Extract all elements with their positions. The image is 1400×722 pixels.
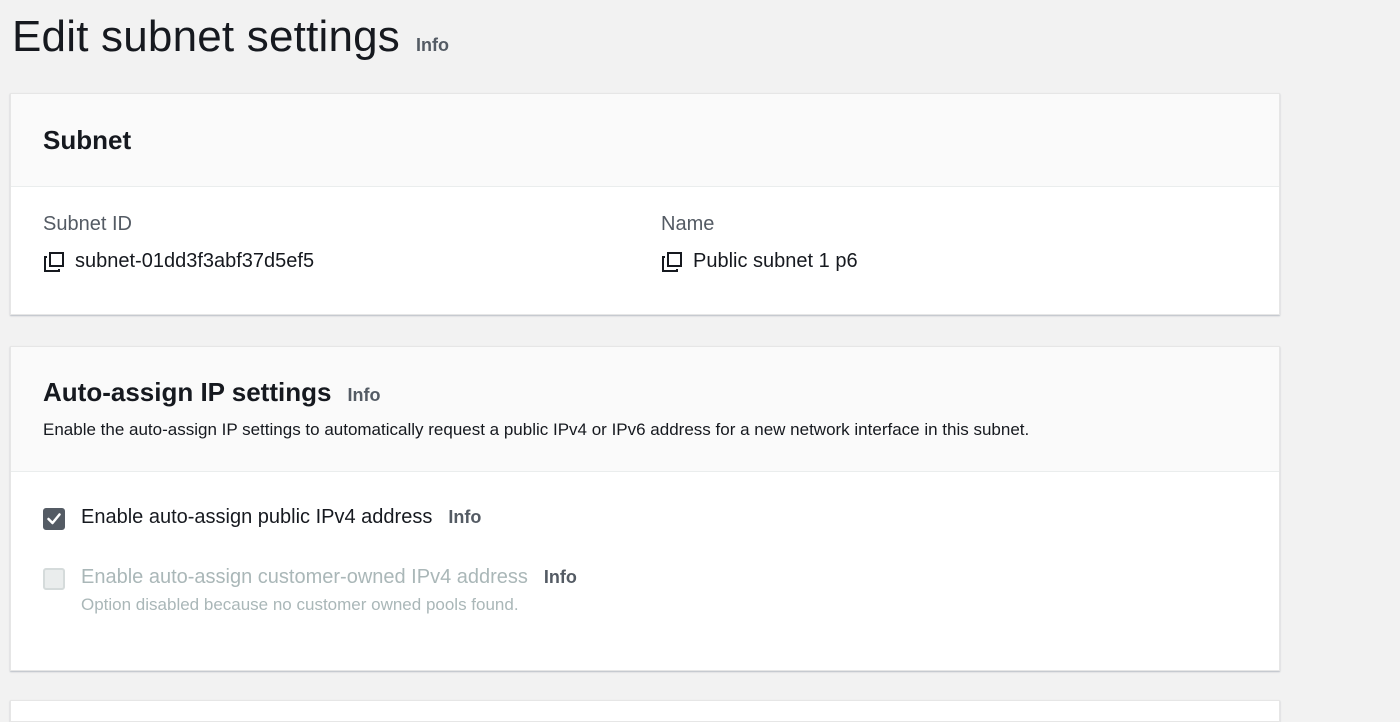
subnet-id-value: subnet-01dd3f3abf37d5ef5 bbox=[75, 250, 315, 272]
subnet-name-label: Name bbox=[661, 213, 715, 235]
next-panel bbox=[10, 700, 1280, 722]
subnet-name-field: Name Public subnet 1 p6 bbox=[661, 213, 858, 273]
customer-owned-info-link[interactable]: Info bbox=[544, 567, 577, 588]
ipv4-auto-assign-checkbox[interactable] bbox=[43, 508, 65, 530]
subnet-panel-title: Subnet bbox=[43, 124, 132, 155]
auto-assign-info-link[interactable]: Info bbox=[347, 385, 380, 406]
customer-owned-option-text: Enable auto-assign customer-owned IPv4 a… bbox=[81, 566, 577, 615]
auto-assign-panel: Auto-assign IP settings Info Enable the … bbox=[10, 346, 1280, 671]
subnet-details: Subnet ID subnet-01dd3f3abf37d5ef5 Name bbox=[11, 187, 1279, 313]
subnet-panel: Subnet Subnet ID subnet-01dd3f3abf37d5ef… bbox=[10, 93, 1280, 315]
subnet-panel-header: Subnet bbox=[11, 94, 1279, 187]
copy-icon[interactable] bbox=[661, 251, 683, 273]
ipv4-option-label-line: Enable auto-assign public IPv4 address I… bbox=[81, 506, 481, 529]
auto-assign-panel-title: Auto-assign IP settings bbox=[43, 377, 332, 407]
page-title: Edit subnet settings bbox=[12, 12, 401, 61]
auto-assign-panel-header: Auto-assign IP settings Info Enable the … bbox=[11, 347, 1279, 472]
auto-assign-description: Enable the auto-assign IP settings to au… bbox=[43, 420, 1030, 439]
customer-owned-option-label: Enable auto-assign customer-owned IPv4 a… bbox=[81, 566, 528, 588]
subnet-name-value: Public subnet 1 p6 bbox=[693, 250, 858, 272]
subnet-id-field: Subnet ID subnet-01dd3f3abf37d5ef5 bbox=[43, 213, 314, 273]
page-header: Edit subnet settings Info bbox=[12, 12, 449, 62]
subnet-id-label: Subnet ID bbox=[43, 213, 132, 235]
ipv4-option-row: Enable auto-assign public IPv4 address I… bbox=[43, 506, 1247, 530]
ipv4-info-link[interactable]: Info bbox=[448, 507, 481, 528]
page-info-link[interactable]: Info bbox=[416, 35, 449, 56]
ipv4-option-label[interactable]: Enable auto-assign public IPv4 address bbox=[81, 506, 432, 529]
auto-assign-options: Enable auto-assign public IPv4 address I… bbox=[11, 472, 1279, 615]
auto-assign-title-row: Auto-assign IP settings Info bbox=[43, 377, 1247, 408]
checkmark-icon bbox=[47, 513, 61, 525]
customer-owned-ipv4-checkbox bbox=[43, 568, 65, 590]
customer-owned-option-row: Enable auto-assign customer-owned IPv4 a… bbox=[43, 566, 1247, 615]
customer-owned-disabled-note: Option disabled because no customer owne… bbox=[81, 595, 519, 614]
subnet-id-value-row: subnet-01dd3f3abf37d5ef5 bbox=[43, 250, 314, 273]
customer-owned-option-label-line: Enable auto-assign customer-owned IPv4 a… bbox=[81, 566, 577, 589]
copy-icon[interactable] bbox=[43, 251, 65, 273]
ipv4-option-text: Enable auto-assign public IPv4 address I… bbox=[81, 506, 481, 529]
subnet-name-value-row: Public subnet 1 p6 bbox=[661, 250, 858, 273]
